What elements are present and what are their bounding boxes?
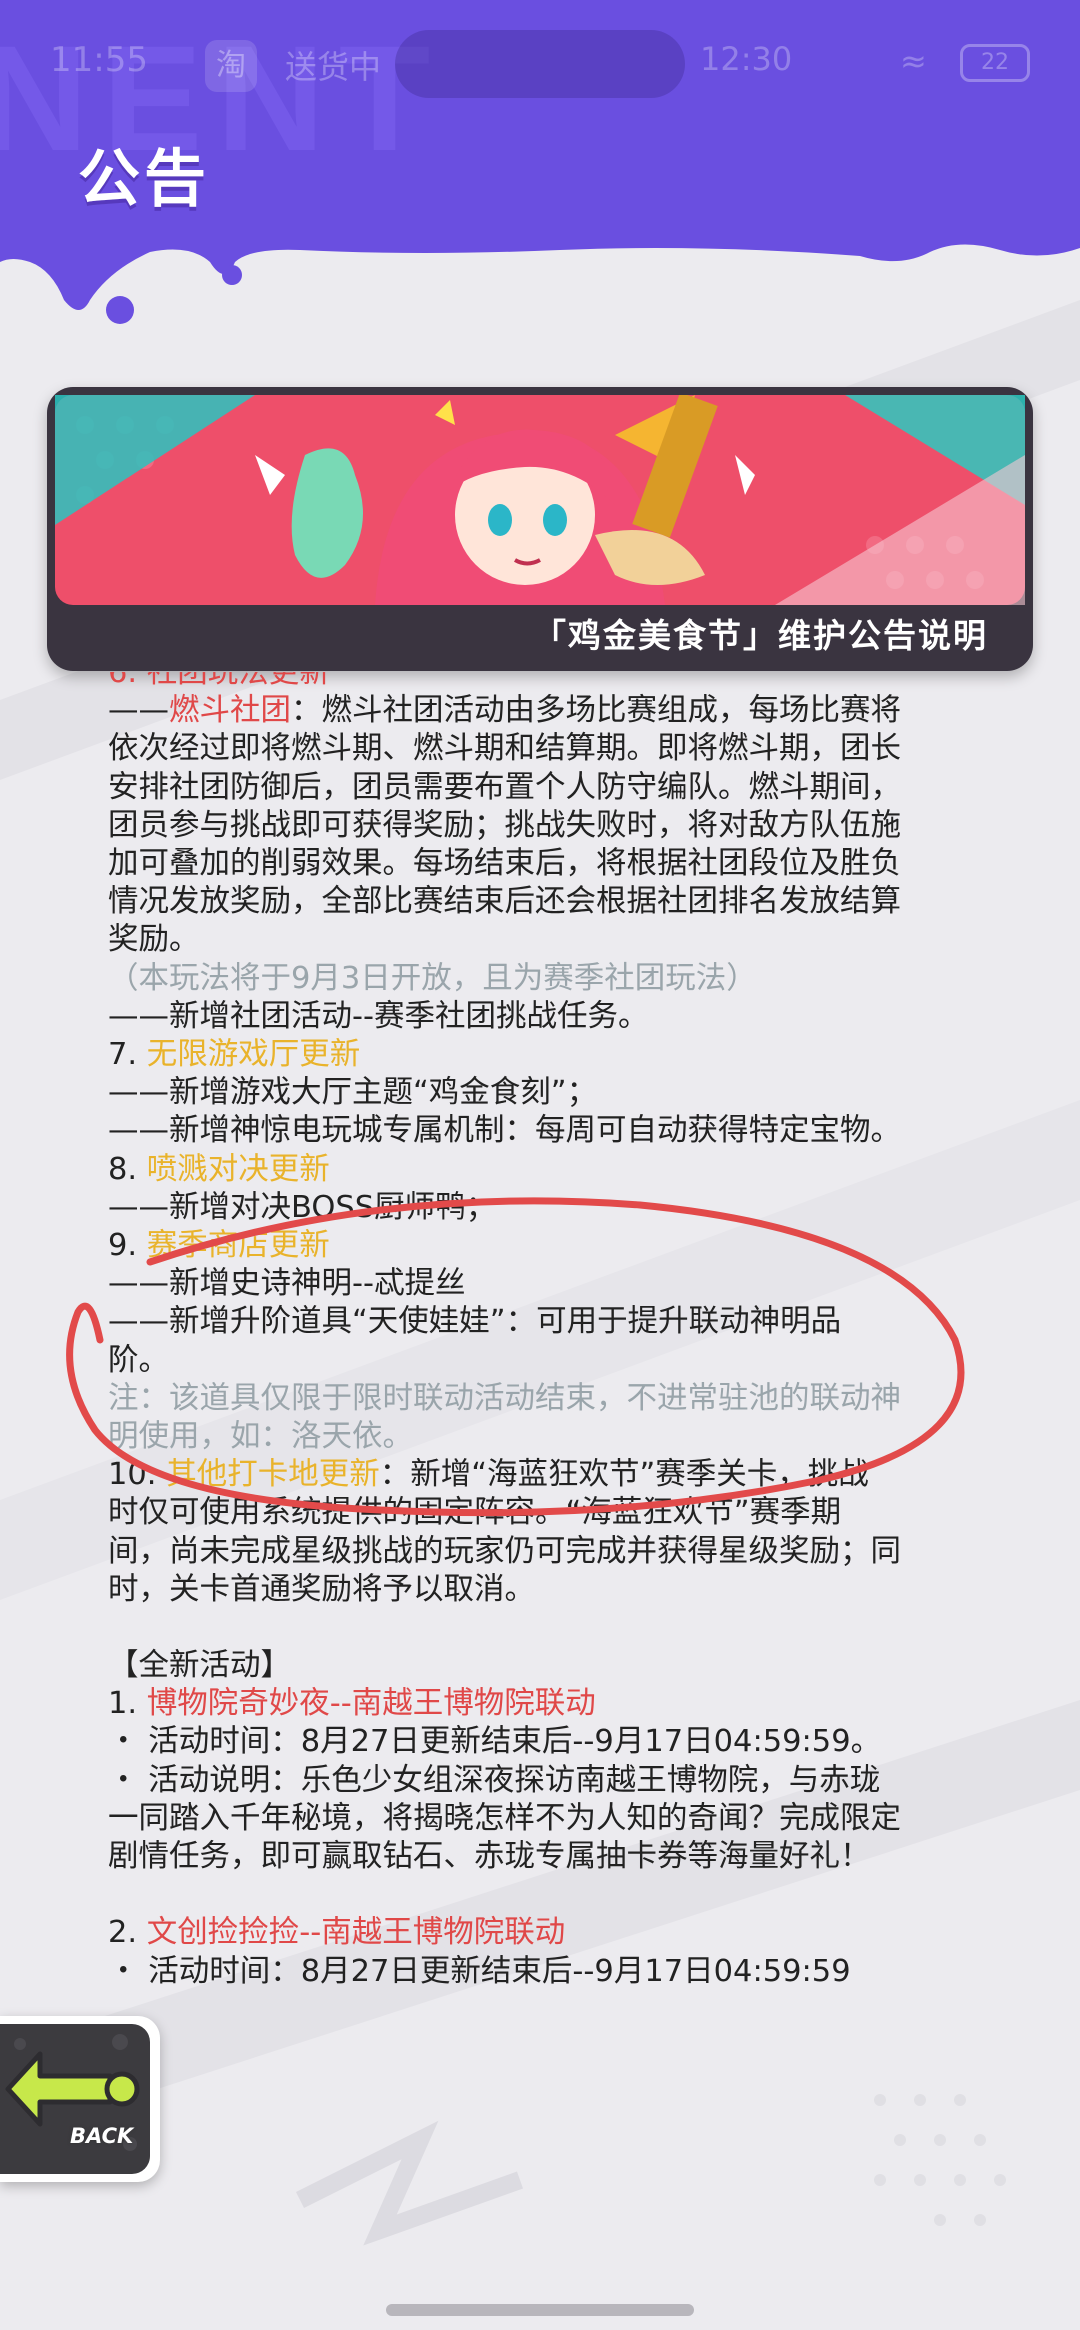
status-bar: 11:55 淘 送货中 12:30 ≈ 22 — [0, 30, 1080, 100]
back-arrow-icon — [5, 2034, 140, 2151]
activity-1-line: 一同踏入千年秘境，将揭晓怎样不为人知的奇闻？完成限定 — [108, 1800, 901, 1836]
section-7-heading: 7. 无限游戏厅更新 — [108, 1037, 361, 1073]
club-note: （本玩法将于9月3日开放，且为赛季社团玩法） — [108, 960, 757, 996]
section-9-heading: 9. 赛季商店更新 — [108, 1228, 330, 1264]
club-extra: ——新增社团活动--赛季社团挑战任务。 — [108, 998, 649, 1034]
back-label: BACK — [70, 2124, 134, 2148]
section-9-note: 明使用，如：洛天依。 — [108, 1419, 413, 1455]
activity-1-heading: 1. 博物院奇妙夜--南越王博物院联动 — [108, 1686, 596, 1722]
taobao-app-icon: 淘 — [205, 40, 257, 92]
section-10-line: 时，关卡首通奖励将予以取消。 — [108, 1571, 535, 1607]
section-9-note: 注：该道具仅限于限时联动活动结束，不进常驻池的联动神 — [108, 1380, 901, 1416]
club-line-6: 情况发放奖励，全部比赛结束后还会根据社团排名发放结算 — [108, 884, 901, 920]
page-title: 公告 — [78, 142, 211, 215]
section-10-line: 间，尚未完成星级挑战的玩家仍可完成并获得星级奖励；同 — [108, 1533, 901, 1569]
announcement-content[interactable]: 6. 社团玩法更新 ——燃斗社团：燃斗社团活动由多场比赛组成，每场比赛将 依次经… — [108, 672, 988, 1994]
section-10-heading: 10. 其他打卡地更新：新增“海蓝狂欢节”赛季关卡，挑战 — [108, 1457, 869, 1493]
activity-1-line: ・ 活动时间：8月27日更新结束后--9月17日04:59:59。 — [108, 1724, 882, 1760]
section-8-line: ——新增对决BOSS厨师鸭； — [108, 1189, 497, 1225]
new-activities-heading: 【全新活动】 — [108, 1648, 291, 1684]
cutoff-heading: 6. 社团玩法更新 — [108, 672, 330, 690]
back-button[interactable]: BACK — [0, 2016, 160, 2182]
club-line-7: 奖励。 — [108, 922, 200, 958]
status-notification: 送货中 — [285, 48, 382, 86]
section-10-line: 时仅可使用系统提供的固定阵容。“海蓝狂欢节”赛季期 — [108, 1495, 842, 1531]
home-indicator[interactable] — [386, 2304, 694, 2316]
status-clock-secondary: 12:30 — [700, 40, 793, 78]
club-line-5: 加可叠加的削弱效果。每场结束后，将根据社团段位及胜负 — [108, 846, 901, 882]
activity-1-line: 剧情任务，即可赢取钻石、赤珑专属抽卡券等海量好礼！ — [108, 1839, 871, 1875]
section-9-line: 阶。 — [108, 1342, 169, 1378]
header-bar: NENT 11:55 淘 送货中 12:30 ≈ 22 公告 — [0, 0, 1080, 330]
battery-icon: 22 — [960, 44, 1030, 82]
section-9-line: ——新增史诗神明--忒提丝 — [108, 1266, 466, 1302]
section-7-line: ——新增神惊电玩城专属机制：每周可自动获得特定宝物。 — [108, 1113, 901, 1149]
section-9-line: ——新增升阶道具“天使娃娃”：可用于提升联动神明品 — [108, 1304, 842, 1340]
wifi-icon: ≈ — [900, 42, 927, 80]
activity-2-heading: 2. 文创捡捡捡--南越王博物院联动 — [108, 1915, 566, 1951]
announcement-banner: 「鸡金美食节」维护公告说明 — [47, 387, 1033, 671]
section-8-heading: 8. 喷溅对决更新 — [108, 1151, 330, 1187]
club-line-3: 安排社团防御后，团员需要布置个人防守编队。燃斗期间， — [108, 769, 901, 805]
section-7-line: ——新增游戏大厅主题“鸡金食刻”； — [108, 1075, 598, 1111]
status-time: 11:55 — [50, 40, 148, 80]
banner-artwork — [55, 395, 1025, 605]
dynamic-island-pill — [395, 30, 685, 98]
back-button-face: BACK — [0, 2024, 150, 2174]
club-name: 燃斗社团 — [169, 693, 291, 729]
club-line-4: 团员参与挑战即可获得奖励；挑战失败时，将对敌方队伍施 — [108, 807, 901, 843]
activity-1-line: ・ 活动说明：乐色少女组深夜探访南越王博物院，与赤珑 — [108, 1762, 881, 1798]
club-line-1: ——燃斗社团：燃斗社团活动由多场比赛组成，每场比赛将 — [108, 693, 901, 729]
banner-caption: 「鸡金美食节」维护公告说明 — [533, 616, 988, 655]
club-line-2: 依次经过即将燃斗期、燃斗期和结算期。即将燃斗期，团长 — [108, 731, 901, 767]
activity-2-line: ・ 活动时间：8月27日更新结束后--9月17日04:59:59 — [108, 1953, 851, 1989]
